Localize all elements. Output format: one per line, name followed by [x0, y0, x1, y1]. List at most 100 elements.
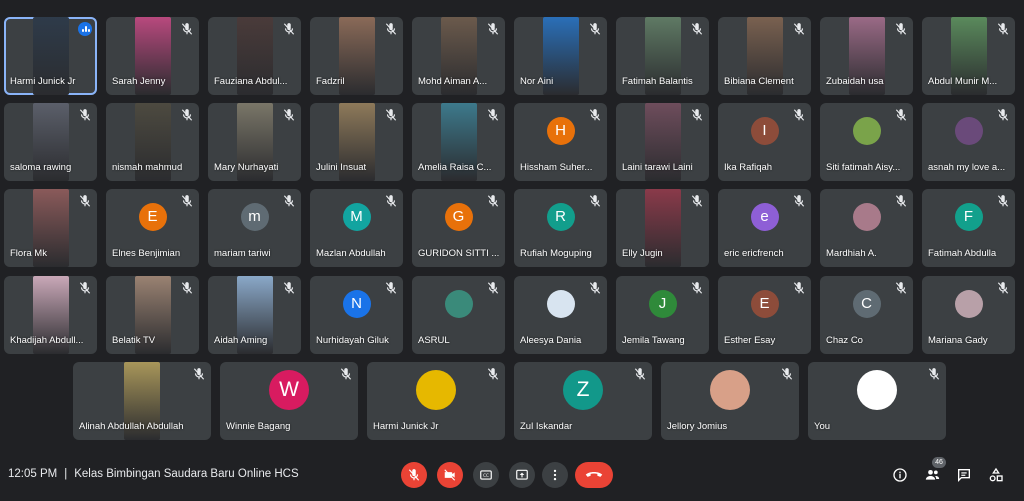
- participant-tile[interactable]: Aleesya Dania: [514, 276, 607, 354]
- participant-tile[interactable]: E Esther Esay: [718, 276, 811, 354]
- participant-tile[interactable]: ASRUL: [412, 276, 505, 354]
- participant-name: Aleesya Dania: [520, 335, 582, 346]
- participant-tile[interactable]: e eric ericfrench: [718, 189, 811, 267]
- participant-tile[interactable]: Abdul Munir M...: [922, 17, 1015, 95]
- participant-avatar: e: [750, 203, 779, 232]
- mic-button[interactable]: [401, 462, 427, 488]
- participant-tile[interactable]: Mohd Aiman A...: [412, 17, 505, 95]
- participant-tile[interactable]: I Ika Rafiqah: [718, 103, 811, 181]
- meeting-details-button[interactable]: [890, 465, 910, 485]
- participant-avatar: G: [444, 203, 473, 232]
- participant-name: Khadijah Abdull...: [10, 335, 84, 346]
- participant-tile[interactable]: Alinah Abdullah Abdullah: [73, 362, 211, 440]
- participant-name: Aidah Aming: [214, 335, 268, 346]
- participant-name: GURIDON SITTI ...: [418, 248, 500, 259]
- participant-tile[interactable]: Siti fatimah Aisy...: [820, 103, 913, 181]
- mic-off-icon: [894, 22, 908, 36]
- participant-tile[interactable]: Jellory Jomius: [661, 362, 799, 440]
- people-button[interactable]: [922, 465, 942, 485]
- mic-off-icon: [996, 22, 1010, 36]
- mic-off-icon: [486, 367, 500, 381]
- participant-tile[interactable]: E Elnes Benjimian: [106, 189, 199, 267]
- participant-tile[interactable]: Flora Mk: [4, 189, 97, 267]
- participant-tile[interactable]: C Chaz Co: [820, 276, 913, 354]
- speaking-indicator-icon: [78, 22, 92, 36]
- participant-tile[interactable]: saloma rawing: [4, 103, 97, 181]
- participant-avatar: E: [138, 203, 167, 232]
- mic-off-icon: [282, 108, 296, 122]
- mic-off-icon: [78, 281, 92, 295]
- activities-button[interactable]: [986, 465, 1006, 485]
- participant-tile[interactable]: Elly Jugin: [616, 189, 709, 267]
- chat-button[interactable]: [954, 465, 974, 485]
- participant-tile[interactable]: Khadijah Abdull...: [4, 276, 97, 354]
- participant-tile[interactable]: Z Zul Iskandar: [514, 362, 652, 440]
- camera-button[interactable]: [437, 462, 463, 488]
- meeting-info: 12:05 PM | Kelas Bimbingan Saudara Baru On…: [8, 468, 299, 480]
- participant-tile[interactable]: Mardhiah A.: [820, 189, 913, 267]
- participant-avatar: F: [954, 203, 983, 232]
- separator: |: [64, 468, 68, 480]
- participant-tile[interactable]: Zubaidah usa: [820, 17, 913, 95]
- participant-tile[interactable]: Harmi Junick Jr: [4, 17, 97, 95]
- participant-tile[interactable]: Sarah Jenny: [106, 17, 199, 95]
- participant-tile[interactable]: asnah my love a...: [922, 103, 1015, 181]
- mic-off-icon: [408, 469, 420, 481]
- participant-tile[interactable]: F Fatimah Abdulla: [922, 189, 1015, 267]
- participant-tile[interactable]: Amelia Raisa C...: [412, 103, 505, 181]
- participant-tile[interactable]: You: [808, 362, 946, 440]
- participant-name: Zubaidah usa: [826, 76, 884, 87]
- present-button[interactable]: [509, 462, 535, 488]
- captions-button[interactable]: CC: [473, 462, 499, 488]
- end-call-icon: [585, 472, 603, 477]
- participant-tile[interactable]: N Nurhidayah Giluk: [310, 276, 403, 354]
- participant-tile[interactable]: J Jemila Tawang: [616, 276, 709, 354]
- participant-avatar: E: [750, 290, 779, 319]
- participant-name: Julini Insuat: [316, 162, 367, 173]
- participant-tile[interactable]: Mariana Gady: [922, 276, 1015, 354]
- mic-off-icon: [996, 281, 1010, 295]
- participant-avatar: m: [240, 203, 269, 232]
- participant-name: ASRUL: [418, 335, 450, 346]
- end-call-button[interactable]: [575, 462, 613, 488]
- participant-tile[interactable]: Aidah Aming: [208, 276, 301, 354]
- participant-tile[interactable]: Fadzril: [310, 17, 403, 95]
- participant-tile[interactable]: Laini tarawi Laini: [616, 103, 709, 181]
- participant-name: Jemila Tawang: [622, 335, 685, 346]
- participant-tile[interactable]: Belatik TV: [106, 276, 199, 354]
- participant-tile[interactable]: Julini Insuat: [310, 103, 403, 181]
- mic-off-icon: [384, 194, 398, 208]
- mic-off-icon: [180, 108, 194, 122]
- participant-name: Ika Rafiqah: [724, 162, 773, 173]
- participant-tile[interactable]: R Rufiah Moguping: [514, 189, 607, 267]
- participant-tile[interactable]: m mariam tariwi: [208, 189, 301, 267]
- mic-off-icon: [894, 194, 908, 208]
- mic-off-icon: [633, 367, 647, 381]
- participant-tile[interactable]: G GURIDON SITTI ...: [412, 189, 505, 267]
- participant-tile[interactable]: Mary Nurhayati: [208, 103, 301, 181]
- mic-off-icon: [339, 367, 353, 381]
- participant-tile[interactable]: Fauziana Abdul...: [208, 17, 301, 95]
- participant-tile[interactable]: Fatimah Balantis: [616, 17, 709, 95]
- participant-name: Hissham Suher...: [520, 162, 593, 173]
- participant-photo: [710, 370, 750, 411]
- more-options-button[interactable]: [542, 462, 568, 488]
- participant-tile[interactable]: Harmi Junick Jr: [367, 362, 505, 440]
- participant-tile[interactable]: Nor Aini: [514, 17, 607, 95]
- participant-tile[interactable]: M Mazlan Abdullah: [310, 189, 403, 267]
- participant-tile[interactable]: Bibiana Clement: [718, 17, 811, 95]
- participant-name: mariam tariwi: [214, 248, 271, 259]
- participant-avatar: H: [546, 117, 575, 146]
- participant-grid: Harmi Junick Jr Sarah Jenny Fauziana Abdul…: [0, 0, 1024, 450]
- mic-off-icon: [486, 281, 500, 295]
- mic-off-icon: [384, 281, 398, 295]
- mic-off-icon: [996, 108, 1010, 122]
- participant-name: Chaz Co: [826, 335, 863, 346]
- participant-tile[interactable]: nismah mahmud: [106, 103, 199, 181]
- mic-off-icon: [588, 108, 602, 122]
- participant-name: Mazlan Abdullah: [316, 248, 386, 259]
- participant-tile[interactable]: H Hissham Suher...: [514, 103, 607, 181]
- participant-name: Alinah Abdullah Abdullah: [79, 421, 184, 432]
- more-vert-icon: [553, 469, 557, 481]
- participant-tile[interactable]: W Winnie Bagang: [220, 362, 358, 440]
